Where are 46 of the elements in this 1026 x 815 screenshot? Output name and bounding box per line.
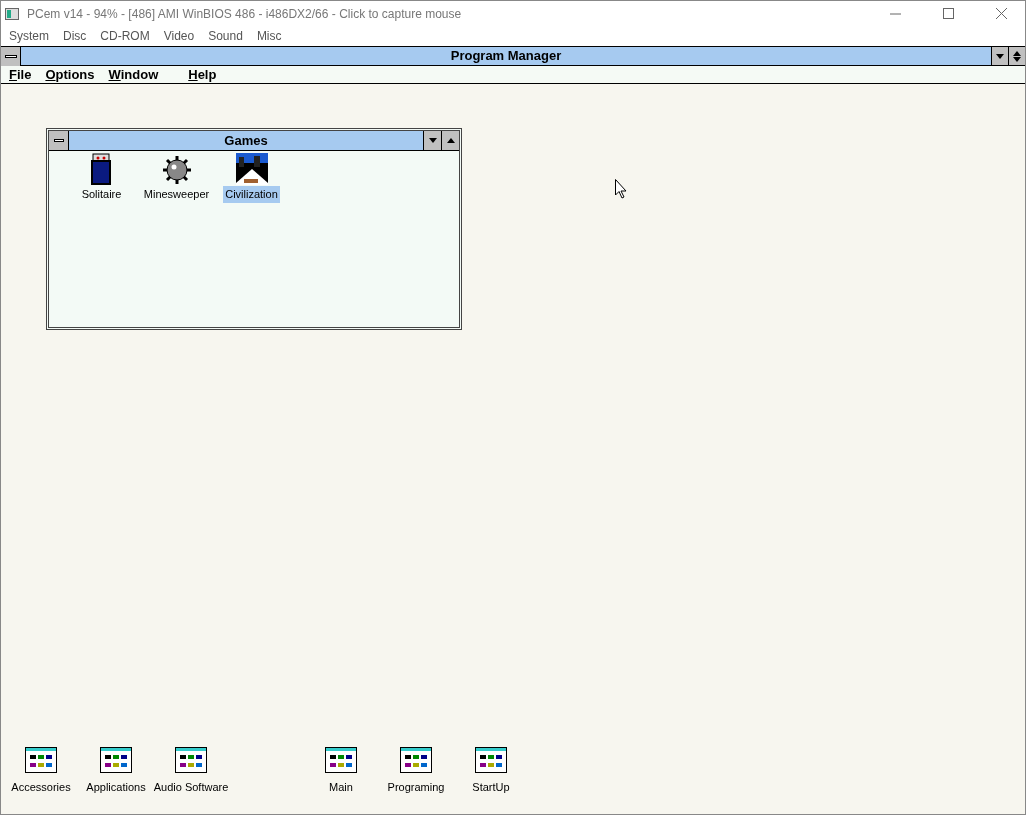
program-group-icon <box>325 747 357 773</box>
program-group-icon <box>400 747 432 773</box>
window-title: PCem v14 - 94% - [486] AMI WinBIOS 486 - i486DX2/66 - Click to capture mouse <box>27 5 462 23</box>
group-label[interactable]: Main <box>329 779 353 796</box>
menu-item[interactable]: File <box>9 64 32 85</box>
window-title: Program Manager <box>449 47 563 66</box>
up-triangle-icon <box>446 138 455 143</box>
menu-item[interactable]: Options <box>45 64 95 85</box>
program-label[interactable]: Solitaire <box>79 186 124 203</box>
down-triangle-icon <box>996 53 1004 59</box>
group-label[interactable]: Programing <box>387 779 445 796</box>
menu-item[interactable]: Video <box>163 27 195 45</box>
menu-item[interactable]: System <box>9 27 49 45</box>
window-title: Games <box>223 132 269 150</box>
program-group-icon <box>100 747 132 773</box>
program-group-icon <box>475 747 507 773</box>
menu-item[interactable]: Help <box>188 64 217 85</box>
down-triangle-icon <box>428 138 437 143</box>
minimize-button[interactable] <box>991 47 1008 65</box>
mouse-cursor-icon <box>615 179 627 199</box>
program-label[interactable]: Civilization <box>223 186 280 203</box>
program-group-icon <box>25 747 57 773</box>
menu-item[interactable]: Misc <box>256 27 282 45</box>
maximize-button[interactable] <box>441 131 459 150</box>
group-label[interactable]: Audio Software <box>153 779 229 796</box>
down-triangle-icon <box>1013 56 1021 62</box>
card-deck-icon <box>89 153 114 185</box>
program-label[interactable]: Minesweeper <box>141 186 212 203</box>
up-triangle-icon <box>1013 50 1021 56</box>
control-menu-button[interactable] <box>49 131 69 150</box>
control-menu-button[interactable] <box>1 46 21 66</box>
city-road-icon <box>235 153 268 185</box>
close-icon[interactable] <box>996 8 1007 19</box>
group-label[interactable]: Accessories <box>11 779 71 796</box>
mine-icon <box>161 155 192 185</box>
group-label[interactable]: StartUp <box>472 779 510 796</box>
maximize-icon[interactable] <box>943 8 954 19</box>
app-icon <box>5 7 19 20</box>
minimize-button[interactable] <box>423 131 441 150</box>
menu-item[interactable]: CD-ROM <box>100 27 150 45</box>
restore-button[interactable] <box>1008 47 1025 65</box>
menu-item[interactable]: Disc <box>63 27 87 45</box>
menu-item[interactable]: Sound <box>208 27 243 45</box>
group-label[interactable]: Applications <box>86 779 146 796</box>
menu-item[interactable]: Window <box>108 64 159 85</box>
program-group-icon <box>175 747 207 773</box>
